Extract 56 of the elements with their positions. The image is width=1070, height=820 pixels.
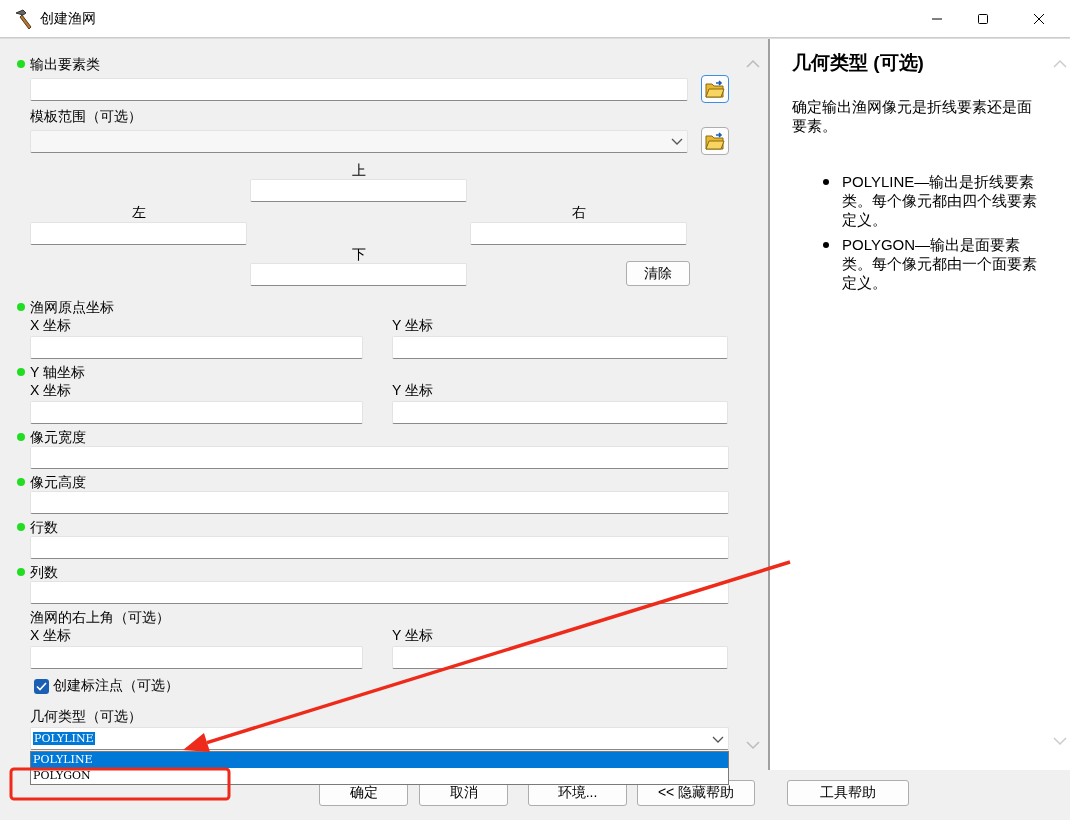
input-field[interactable]	[470, 222, 687, 245]
window-title: 创建渔网	[40, 9, 96, 28]
field-label: X 坐标	[30, 381, 73, 399]
bullet-dot	[823, 242, 829, 248]
checkbox-label: 创建标注点（可选）	[53, 677, 179, 695]
field-label: 下	[351, 245, 366, 263]
input-field[interactable]	[30, 646, 363, 669]
input-field[interactable]	[30, 222, 247, 245]
input-field[interactable]	[30, 491, 729, 514]
field-label: 输出要素类	[30, 55, 100, 73]
field-label: Y 坐标	[392, 381, 434, 399]
field-label: X 坐标	[30, 626, 73, 644]
field-label: Y 坐标	[392, 626, 434, 644]
browse-button[interactable]	[701, 127, 729, 155]
close-icon	[1033, 12, 1045, 25]
field-label: 像元高度	[30, 473, 86, 491]
folder-icon	[705, 80, 725, 98]
input-field[interactable]	[250, 263, 467, 286]
input-field[interactable]	[30, 401, 363, 424]
clear-button[interactable]: 清除	[626, 261, 690, 286]
dropdown-field[interactable]: POLYLINE	[30, 727, 729, 750]
help-description: 确定输出渔网像元是折线要素还是面要素。	[792, 97, 1033, 135]
input-field[interactable]	[30, 581, 729, 604]
field-label: 右	[571, 203, 586, 221]
field-label: 上	[351, 161, 366, 179]
input-field[interactable]	[392, 401, 728, 424]
input-field[interactable]	[30, 446, 729, 469]
field-label: 列数	[30, 563, 58, 581]
browse-button[interactable]	[701, 75, 729, 103]
input-field[interactable]	[392, 646, 728, 669]
field-label: 左	[131, 203, 146, 221]
input-field[interactable]	[30, 536, 729, 559]
maximize-icon	[977, 12, 989, 25]
help-bullet-text: POLYGON—输出是面要素类。每个像元都由一个面要素定义。	[842, 235, 1038, 292]
help-title: 几何类型 (可选)	[792, 51, 925, 75]
input-field[interactable]	[392, 336, 728, 359]
field-label: Y 轴坐标	[30, 363, 85, 381]
field-label: X 坐标	[30, 316, 73, 334]
field-label: 模板范围（可选）	[30, 107, 142, 125]
field-label: 行数	[30, 518, 58, 536]
input-field[interactable]	[30, 336, 363, 359]
folder-icon	[705, 132, 725, 150]
checkbox[interactable]	[34, 678, 49, 694]
dropdown-field[interactable]	[30, 129, 688, 153]
help-bullet-text: POLYLINE—输出是折线要素类。每个像元都由四个线要素定义。	[842, 172, 1038, 229]
field-label: 渔网的右上角（可选）	[30, 608, 170, 626]
field-label: 几何类型（可选）	[30, 707, 142, 725]
input-field[interactable]	[250, 179, 467, 202]
field-label: Y 坐标	[392, 316, 434, 334]
dialog-button[interactable]: 工具帮助	[787, 780, 909, 806]
field-label: 像元宽度	[30, 428, 86, 446]
bullet-dot	[823, 179, 829, 185]
input-field[interactable]	[30, 77, 688, 101]
dropdown-option[interactable]: POLYLINE	[31, 752, 728, 768]
field-label: 渔网原点坐标	[30, 298, 114, 316]
selected-value: POLYLINE	[33, 732, 95, 745]
